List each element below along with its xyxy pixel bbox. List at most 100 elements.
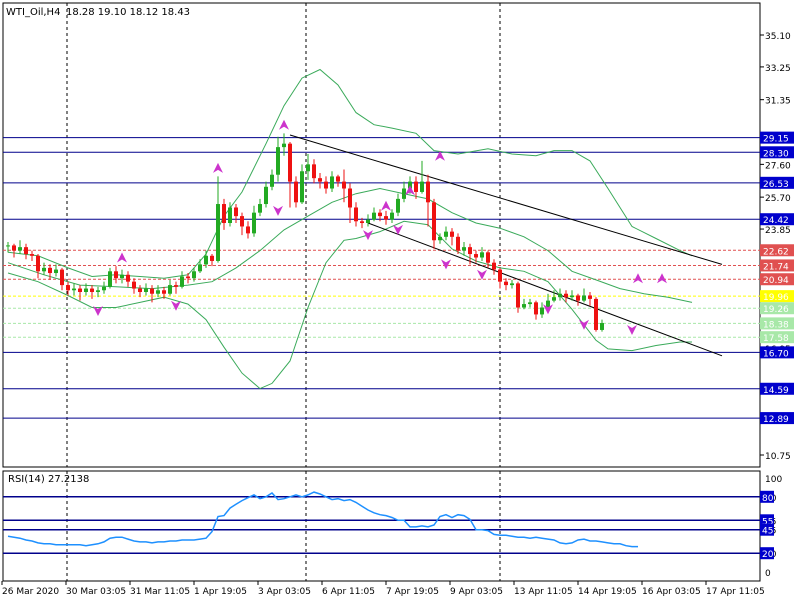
fractal-up-marker <box>657 273 667 284</box>
candle-body <box>492 262 496 270</box>
candle-body <box>342 181 346 189</box>
candle-body <box>168 285 172 294</box>
candle-body <box>234 207 238 217</box>
price-pane[interactable]: 35.1033.2531.3527.6025.7023.8516.9512.89… <box>2 2 794 468</box>
candle <box>294 176 298 208</box>
candle <box>258 198 262 217</box>
fractal-down-marker <box>627 324 637 335</box>
candle-body <box>414 181 418 192</box>
candle <box>426 174 430 227</box>
level-label: 28.30 <box>763 149 789 159</box>
candle <box>330 171 334 192</box>
candle <box>24 243 28 260</box>
candle-body <box>294 181 298 203</box>
candle <box>72 283 76 296</box>
candle-body <box>36 255 40 272</box>
candle <box>78 285 82 301</box>
candle-body <box>78 288 82 293</box>
candle <box>402 181 406 203</box>
price-axis-tick-label: 27.60 <box>765 161 791 171</box>
time-axis-label: 14 Apr 19:05 <box>578 587 637 597</box>
chart-symbol-label: WTI_Oil,H4 <box>6 7 60 18</box>
candle <box>18 240 22 255</box>
time-axis: 26 Mar 2020 30 Mar 03:05 31 Mar 11:05 1 Apr… <box>1 581 765 597</box>
candle <box>60 267 64 291</box>
fractal-up-marker <box>279 119 289 130</box>
price-axis-tick-label: 33.25 <box>765 64 791 74</box>
time-axis-label: 3 Apr 03:05 <box>258 587 311 597</box>
candle <box>390 209 394 224</box>
candle-body <box>264 186 268 205</box>
candle <box>156 285 160 298</box>
candle-body <box>366 219 370 224</box>
candle-body <box>330 176 334 189</box>
candle-body <box>138 288 142 293</box>
fractal-down-marker <box>441 259 451 270</box>
fractal-down-marker <box>171 300 181 311</box>
candle-body <box>24 247 28 255</box>
candle <box>384 210 388 225</box>
candle-body <box>450 231 454 237</box>
candle-body <box>186 276 190 279</box>
level-label: 19.96 <box>763 293 789 303</box>
candle <box>12 243 16 258</box>
candle <box>366 214 370 227</box>
price-axis-tick-label: 25.70 <box>765 194 791 204</box>
time-axis-label: 17 Apr 11:05 <box>706 587 765 597</box>
candle <box>510 279 514 289</box>
candle <box>312 159 316 184</box>
candle <box>114 266 118 284</box>
candle-body <box>468 247 472 255</box>
candle <box>198 259 202 274</box>
candle-body <box>426 181 430 203</box>
candle-body <box>270 174 274 187</box>
level-label: 22.62 <box>763 247 789 257</box>
candle <box>558 288 562 301</box>
candle-body <box>378 212 382 217</box>
price-axis-tick-label: 31.35 <box>765 97 791 107</box>
fractal-up-marker <box>381 200 391 211</box>
candle-body <box>372 212 376 220</box>
level-label: 29.15 <box>763 135 789 145</box>
candle-body <box>288 143 292 182</box>
candle <box>234 204 238 224</box>
candle <box>498 267 502 289</box>
candle-body <box>198 264 202 272</box>
chart-window[interactable]: 35.1033.2531.3527.6025.7023.8516.9512.89… <box>0 0 800 600</box>
level-label: 20.94 <box>763 276 789 286</box>
candle-body <box>480 252 484 258</box>
candle <box>450 228 454 246</box>
rsi-pane[interactable]: 10080554520080554520 <box>2 470 782 582</box>
candle <box>90 285 94 299</box>
fractal-up-marker <box>117 252 127 263</box>
candle-body <box>396 198 400 213</box>
candle <box>288 141 292 208</box>
candle-body <box>228 207 232 224</box>
candle-body <box>528 302 532 305</box>
candle-body <box>246 226 250 234</box>
time-axis-label: 26 Mar 2020 <box>2 587 59 597</box>
time-axis-label: 16 Apr 03:05 <box>642 587 701 597</box>
candle <box>594 297 598 332</box>
candle-body <box>102 286 106 291</box>
candle-body <box>498 269 502 282</box>
candle <box>600 319 604 332</box>
candle-body <box>192 271 196 279</box>
candle <box>240 212 244 236</box>
candle <box>588 292 592 306</box>
candle-body <box>126 274 130 282</box>
candle-body <box>540 307 544 315</box>
trend-channel-line <box>289 134 723 265</box>
candle <box>504 278 508 291</box>
candle-body <box>282 143 286 148</box>
candle-body <box>90 288 94 293</box>
candle <box>306 154 310 180</box>
candle-body <box>30 254 34 256</box>
rsi-level-label: 45 <box>762 527 773 537</box>
candle-body <box>96 290 100 293</box>
candle <box>108 267 112 289</box>
candle <box>492 259 496 275</box>
level-label: 17.58 <box>763 334 789 344</box>
rsi-axis-tick-label: 100 <box>765 475 782 485</box>
level-label: 26.53 <box>763 180 789 190</box>
